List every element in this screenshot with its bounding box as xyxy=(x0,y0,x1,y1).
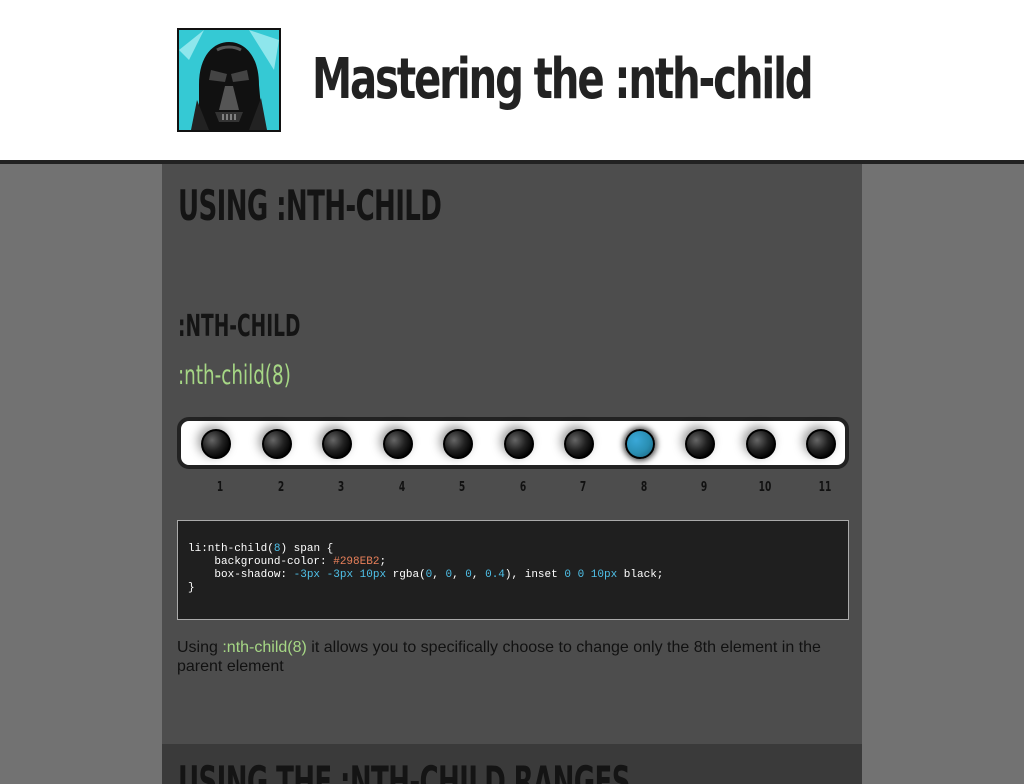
list-item-dot[interactable] xyxy=(443,429,473,459)
index-number: 3 xyxy=(337,480,345,495)
index-number: 5 xyxy=(458,480,466,495)
index-number: 7 xyxy=(579,480,587,495)
subsection-title: :NTH-CHILD xyxy=(178,309,301,344)
section-nth-child: USING :NTH-CHILD :NTH-CHILD :nth-child(8… xyxy=(162,164,862,744)
index-number: 6 xyxy=(519,480,526,495)
section-title: USING :NTH-CHILD xyxy=(178,181,442,230)
section-nth-child-ranges: USING THE :NTH-CHILD RANGES xyxy=(162,744,862,784)
next-section-title: USING THE :NTH-CHILD RANGES xyxy=(178,757,630,784)
index-number: 2 xyxy=(277,480,284,495)
index-number: 8 xyxy=(640,480,647,495)
list-item-dot[interactable] xyxy=(564,429,594,459)
list-item-dot[interactable] xyxy=(382,429,413,459)
list-item-dot[interactable] xyxy=(685,429,715,459)
site-header: Mastering the :nth-child xyxy=(0,0,1024,164)
code-text: li:nth-child(8) span { background-color:… xyxy=(188,543,664,594)
index-number: 4 xyxy=(398,480,405,495)
site-title: Mastering the :nth-child xyxy=(312,47,814,112)
description: Using :nth-child(8) it allows you to spe… xyxy=(177,639,821,675)
index-number: 11 xyxy=(818,480,832,495)
selector-label: :nth-child(8) xyxy=(178,360,291,391)
list-item-dot[interactable] xyxy=(503,429,534,459)
index-number: 9 xyxy=(700,480,708,495)
darth-vader-icon xyxy=(177,28,281,132)
list-item-dot[interactable] xyxy=(806,429,836,459)
list-item-dot[interactable] xyxy=(201,429,231,459)
list-item-dot[interactable] xyxy=(261,429,292,459)
description-highlight: :nth-child(8) xyxy=(222,639,307,656)
code-block: li:nth-child(8) span { background-color:… xyxy=(177,520,849,620)
list-item-dot[interactable] xyxy=(624,429,655,459)
list-item-dot[interactable] xyxy=(745,429,776,459)
demo-list xyxy=(177,417,849,469)
index-number: 10 xyxy=(758,480,771,495)
index-number: 1 xyxy=(216,480,224,495)
list-item-dot[interactable] xyxy=(322,429,352,459)
